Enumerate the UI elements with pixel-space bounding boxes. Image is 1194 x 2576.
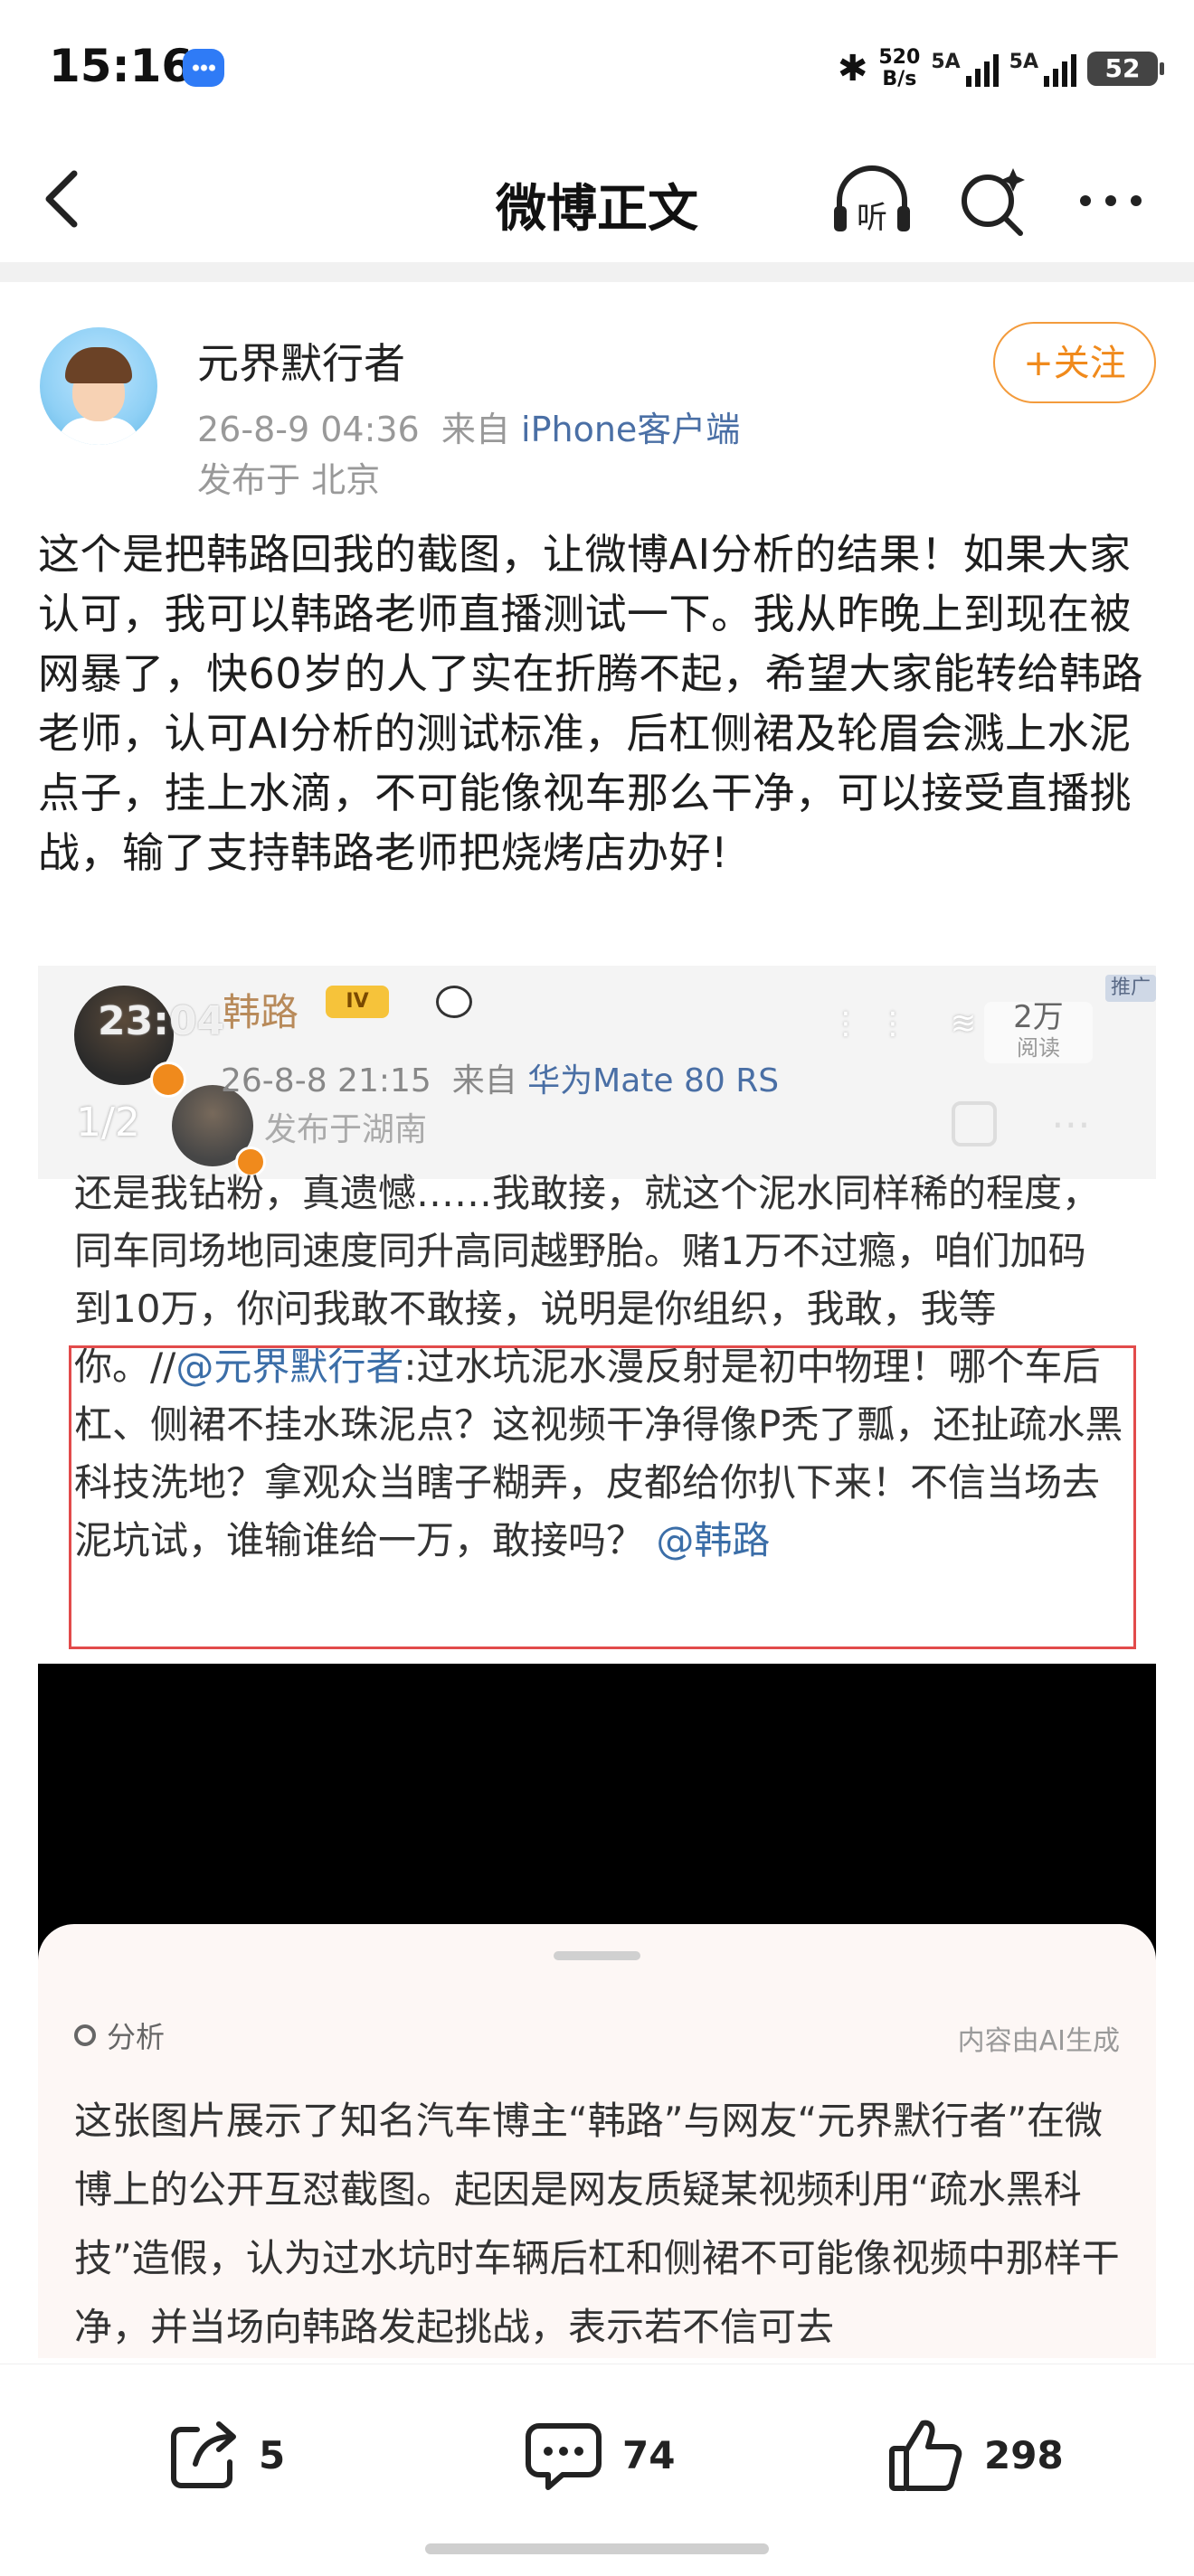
ai-analysis-icon xyxy=(74,2024,96,2046)
comment-button[interactable]: 74 xyxy=(523,2410,675,2500)
signal-icon: 5A xyxy=(1009,51,1076,87)
battery-icon: 52 xyxy=(1087,52,1164,86)
embedded-meta: 26-8-8 21:15 来自 华为Mate 80 RS xyxy=(221,1062,780,1099)
embedded-username: 韩路 xyxy=(223,990,299,1034)
ai-note: 内容由AI生成 xyxy=(957,2025,1120,2057)
more-button[interactable] xyxy=(1073,159,1149,241)
share-icon xyxy=(171,2421,236,2488)
post-client[interactable]: iPhone客户端 xyxy=(521,410,740,449)
divider xyxy=(0,262,1194,282)
post-image[interactable]: 23:04 韩路 IV 26-8-8 21:15 来自 华为Mate 80 RS… xyxy=(38,966,1156,2358)
status-icons: ✱ 520 B/s 5A 5A 52 xyxy=(837,42,1164,96)
post-date: 26-8-9 04:36 xyxy=(197,410,420,449)
message-notification-icon xyxy=(183,49,224,87)
follow-button[interactable]: +关注 xyxy=(993,322,1156,403)
author-name[interactable]: 元界默行者 xyxy=(197,331,405,391)
comment-count: 74 xyxy=(622,2432,676,2477)
embedded-status-icons: ⋮⋮ ≋ xyxy=(830,1005,993,1042)
svg-text:听: 听 xyxy=(857,200,887,236)
like-count: 298 xyxy=(984,2432,1064,2477)
network-speed: 520 B/s xyxy=(878,46,921,90)
like-button[interactable]: 298 xyxy=(885,2410,1064,2500)
verified-badge-icon xyxy=(150,1062,186,1098)
action-bar: 5 74 298 xyxy=(0,2364,1194,2576)
more-dots-icon: ⋯ xyxy=(1051,1101,1091,1147)
panda-icon xyxy=(436,986,472,1018)
post-location: 发布于 北京 xyxy=(197,460,381,500)
crown-level-badge-icon: IV xyxy=(326,986,389,1018)
share-button[interactable]: 5 xyxy=(165,2410,285,2500)
drag-handle xyxy=(554,1951,640,1960)
more-dots-icon xyxy=(1080,195,1142,206)
status-bar: 15:16 ✱ 520 B/s 5A 5A 52 xyxy=(0,0,1194,136)
bluetooth-icon: ✱ xyxy=(837,48,868,90)
comment-icon xyxy=(526,2423,602,2490)
post-meta: 26-8-9 04:36 来自 iPhone客户端 xyxy=(197,410,741,449)
avatar[interactable] xyxy=(40,327,157,445)
scan-icon xyxy=(952,1101,997,1146)
read-count: 2万 阅读 xyxy=(984,1002,1093,1063)
search-icon xyxy=(962,168,1025,236)
post-body: 这个是把韩路回我的截图，让微博AI分析的结果！如果大家认可，我可以韩路老师直播测… xyxy=(38,530,1144,877)
promo-badge: 推广 xyxy=(1105,975,1156,1002)
thumbs-up-icon xyxy=(889,2420,962,2491)
ai-label: 分析 xyxy=(74,2015,165,2056)
home-indicator[interactable] xyxy=(425,2543,769,2554)
ai-search-button[interactable] xyxy=(955,159,1031,241)
embedded-time: 23:04 xyxy=(98,998,225,1044)
listen-button[interactable]: 听 xyxy=(829,159,915,241)
highlight-box xyxy=(69,1345,1136,1649)
embedded-location: 发布于湖南 xyxy=(264,1111,428,1148)
embedded-header: 23:04 韩路 IV 26-8-8 21:15 来自 华为Mate 80 RS… xyxy=(38,966,1156,1179)
share-count: 5 xyxy=(259,2432,286,2477)
headphones-icon: 听 xyxy=(834,165,910,236)
ai-text: 这张图片展示了知名汽车博主“韩路”与网友“元界默行者”在微博上的公开互怼截图。起… xyxy=(74,2099,1120,2349)
nav-bar: 微博正文 听 xyxy=(0,136,1194,262)
image-index: 1/2 xyxy=(76,1099,140,1146)
signal-icon: 5A xyxy=(931,51,999,87)
clock: 15:16 xyxy=(49,40,194,92)
ai-analysis-panel: 分析 内容由AI生成 这张图片展示了知名汽车博主“韩路”与网友“元界默行者”在微… xyxy=(38,1924,1156,2358)
